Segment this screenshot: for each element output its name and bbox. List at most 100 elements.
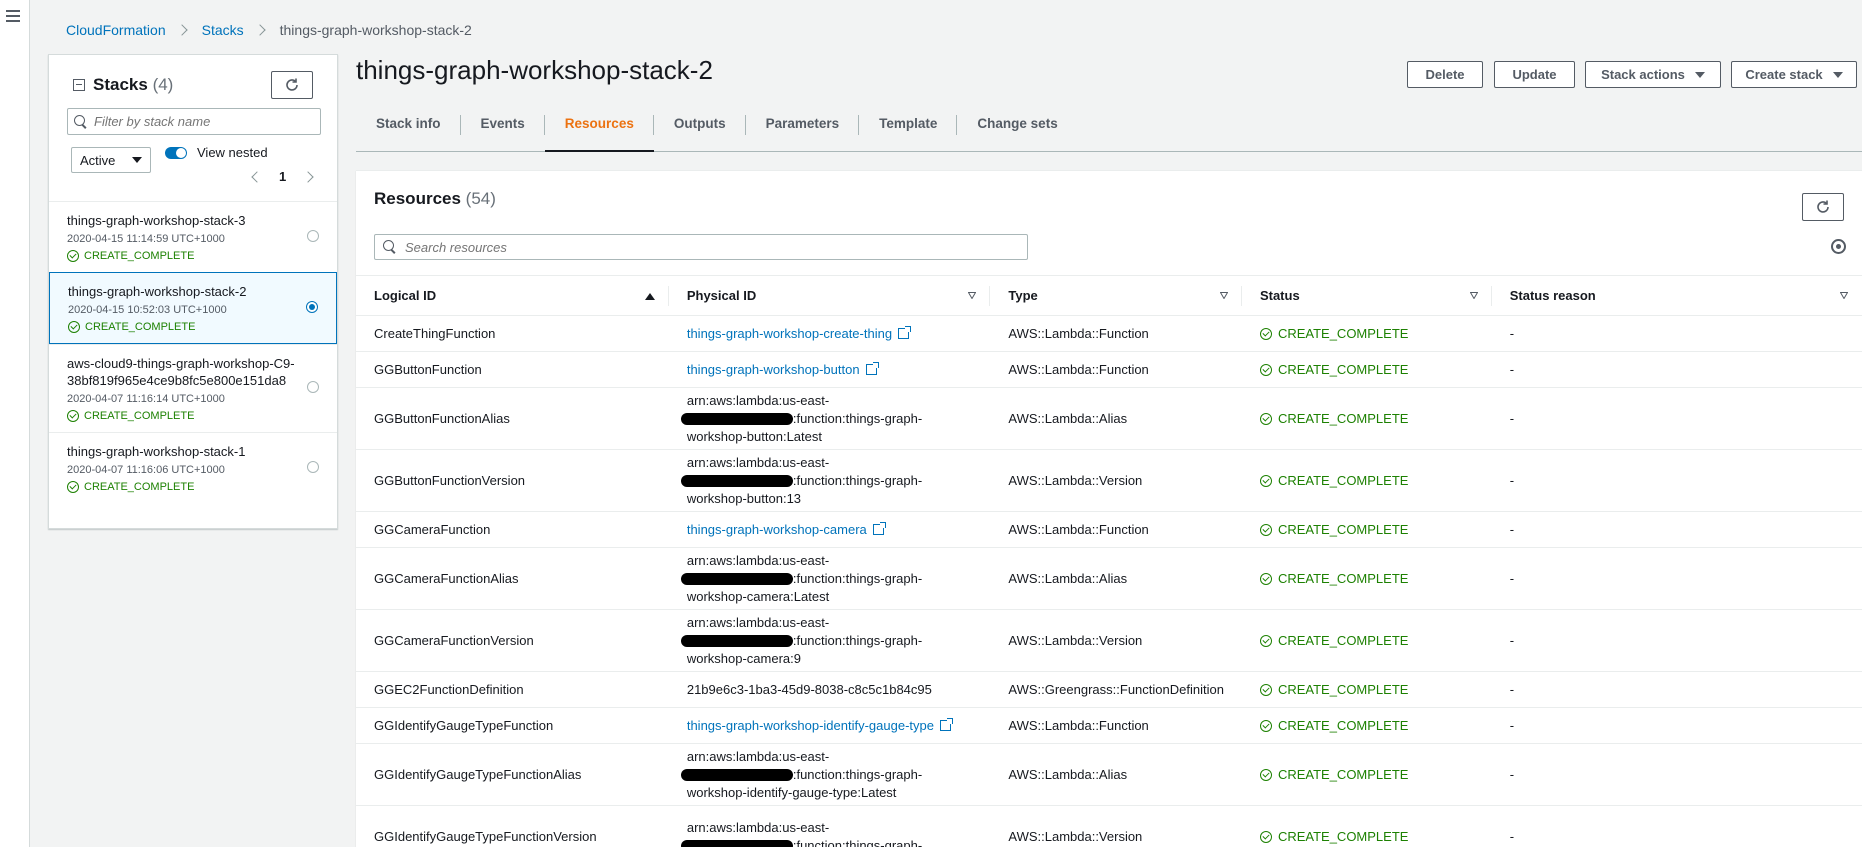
external-link-icon[interactable] — [872, 521, 886, 535]
status-cell-wrap: CREATE_COMPLETE — [1241, 315, 1492, 352]
redacted-mark — [680, 573, 793, 586]
search-icon — [74, 114, 88, 129]
collapse-icon[interactable] — [73, 79, 85, 91]
external-link-icon[interactable] — [939, 717, 953, 731]
column-header-status[interactable]: Status — [1241, 275, 1492, 316]
physical-id-cell: 21b9e6c3-1ba3-45d9-8038-c8c5c1b84c95 — [668, 671, 991, 708]
arn-line: arn:aws:lambda:us-east- — [686, 819, 830, 835]
arn-line: workshop-button:13 — [686, 490, 802, 506]
physical-id-cell: arn:aws:lambda:us-east-:function:things-… — [668, 387, 991, 450]
stack-filter-input[interactable] — [94, 114, 320, 129]
resources-search-field[interactable] — [374, 234, 1028, 260]
success-check-icon — [1259, 474, 1272, 487]
stack-filter-field[interactable] — [67, 108, 321, 135]
resources-search-input[interactable] — [405, 239, 1027, 255]
table-row: CreateThingFunction things-graph-worksho… — [356, 315, 1862, 352]
stacks-panel-title: Stacks (4) — [93, 75, 174, 94]
stack-list-item[interactable]: things-graph-workshop-stack-3 2020-04-15… — [49, 201, 337, 272]
status-filter-select[interactable]: Active — [71, 147, 151, 173]
breadcrumb: CloudFormation Stacks things-graph-works… — [66, 22, 472, 38]
pagination: 1 — [251, 169, 314, 184]
stack-list-item[interactable]: aws-cloud9-things-graph-workshop-C9-38bf… — [49, 344, 337, 432]
status-cell: CREATE_COMPLETE — [1259, 828, 1474, 846]
caret-down-icon — [132, 157, 142, 163]
breadcrumb-cloudformation[interactable]: CloudFormation — [66, 22, 166, 38]
table-row: GGCameraFunctionVersion arn:aws:lambda:u… — [356, 609, 1862, 672]
tab-events[interactable]: Events — [461, 112, 546, 150]
stack-list-item[interactable]: things-graph-workshop-stack-1 2020-04-07… — [49, 432, 337, 503]
page-title: things-graph-workshop-stack-2 — [356, 55, 713, 85]
physical-id-cell: arn:aws:lambda:us-east-:function:things-… — [668, 609, 991, 672]
redacted-mark — [680, 769, 793, 782]
status-reason-cell: - — [1491, 609, 1862, 672]
external-link-icon[interactable] — [898, 325, 912, 339]
stack-list-item-selected[interactable]: things-graph-workshop-stack-2 2020-04-15… — [49, 272, 337, 344]
sort-icon — [1219, 292, 1228, 299]
view-nested-toggle[interactable]: View nested — [165, 145, 268, 160]
status-cell: CREATE_COMPLETE — [1259, 325, 1474, 343]
column-header-status-reason[interactable]: Status reason — [1491, 275, 1862, 316]
stack-actions-button[interactable]: Stack actions — [1585, 61, 1721, 88]
stack-radio[interactable] — [307, 230, 319, 242]
status-reason-cell: - — [1491, 351, 1862, 388]
type-cell: AWS::Lambda::Alias — [990, 547, 1242, 610]
table-row: GGCameraFunctionAlias arn:aws:lambda:us-… — [356, 547, 1862, 610]
column-header-logical-id[interactable]: Logical ID — [356, 275, 669, 316]
arn-line: workshop-identify-gauge-type:Latest — [686, 784, 897, 800]
success-check-icon — [1259, 412, 1272, 425]
physical-id-cell: things-graph-workshop-button — [668, 351, 991, 388]
status-cell-wrap: CREATE_COMPLETE — [1241, 449, 1492, 512]
physical-id-cell: arn:aws:lambda:us-east-:function:things-… — [668, 805, 991, 847]
type-cell: AWS::Lambda::Function — [990, 351, 1242, 388]
previous-page-icon[interactable] — [251, 170, 263, 183]
arn-line: :function:things-graph- — [792, 570, 923, 586]
physical-id-link[interactable]: things-graph-workshop-camera — [687, 522, 867, 537]
arn-line: arn:aws:lambda:us-east- — [686, 392, 830, 408]
refresh-icon — [1817, 200, 1829, 213]
tab-change-sets[interactable]: Change sets — [957, 112, 1077, 150]
redacted-mark — [680, 413, 793, 426]
tab-template[interactable]: Template — [859, 112, 958, 150]
tab-stack-info[interactable]: Stack info — [356, 112, 461, 150]
physical-id-cell: arn:aws:lambda:us-east-:function:things-… — [668, 449, 991, 512]
table-row: GGIdentifyGaugeTypeFunctionVersion arn:a… — [356, 805, 1862, 847]
create-stack-button[interactable]: Create stack — [1731, 61, 1857, 88]
column-header-physical-id[interactable]: Physical ID — [668, 275, 991, 316]
status-cell: CREATE_COMPLETE — [1259, 681, 1474, 699]
stack-radio[interactable] — [307, 381, 319, 393]
tab-parameters[interactable]: Parameters — [746, 112, 860, 150]
tab-resources[interactable]: Resources — [544, 112, 654, 152]
external-link-icon[interactable] — [865, 361, 879, 375]
toggle-switch[interactable] — [165, 146, 187, 159]
tab-outputs[interactable]: Outputs — [654, 112, 746, 150]
page-number[interactable]: 1 — [279, 169, 286, 184]
stack-name: things-graph-workshop-stack-2 — [68, 284, 247, 299]
physical-id-link[interactable]: things-graph-workshop-create-thing — [687, 326, 892, 341]
success-check-icon — [67, 250, 79, 262]
resources-refresh-button[interactable] — [1802, 193, 1844, 221]
column-header-type[interactable]: Type — [990, 275, 1242, 316]
status-cell: CREATE_COMPLETE — [1259, 570, 1474, 588]
physical-id-link[interactable]: things-graph-workshop-identify-gauge-typ… — [687, 718, 934, 733]
physical-id-link[interactable]: things-graph-workshop-button — [687, 362, 860, 377]
stack-name: things-graph-workshop-stack-3 — [67, 213, 246, 228]
settings-gear-icon[interactable] — [1831, 239, 1846, 254]
stacks-refresh-button[interactable] — [271, 71, 313, 99]
stacks-panel: Stacks (4) Active View nested 1 things-g… — [48, 54, 338, 529]
stack-radio-selected[interactable] — [306, 301, 318, 313]
update-button[interactable]: Update — [1494, 61, 1575, 88]
status-reason-cell: - — [1491, 805, 1862, 847]
refresh-icon — [286, 78, 298, 91]
status-cell-wrap: CREATE_COMPLETE — [1241, 609, 1492, 672]
breadcrumb-stacks[interactable]: Stacks — [202, 22, 244, 38]
hamburger-menu-icon[interactable] — [6, 10, 20, 22]
delete-button[interactable]: Delete — [1407, 61, 1483, 88]
status-reason-cell: - — [1491, 707, 1862, 744]
status-cell: CREATE_COMPLETE — [1259, 766, 1474, 784]
stack-radio[interactable] — [307, 461, 319, 473]
next-page-icon[interactable] — [302, 170, 314, 183]
success-check-icon — [1259, 523, 1272, 536]
success-check-icon — [1259, 327, 1272, 340]
redacted-mark — [680, 840, 793, 847]
physical-id-cell: things-graph-workshop-camera — [668, 511, 991, 548]
